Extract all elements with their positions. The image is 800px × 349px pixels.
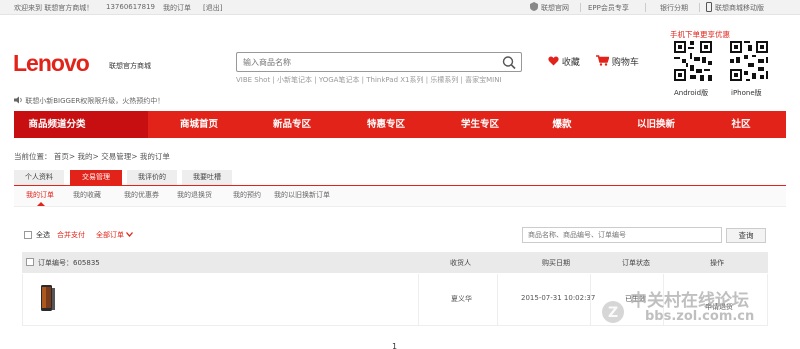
search-input[interactable] [243, 57, 493, 68]
nav-item-hot[interactable]: 爆款 [527, 111, 597, 138]
order-filter-label: 全部订单 [96, 231, 124, 239]
speaker-icon [14, 96, 22, 104]
tab-my-reviews[interactable]: 我评价的 [127, 170, 177, 185]
nav-item-deals[interactable]: 特惠专区 [351, 111, 421, 138]
search-box [236, 52, 522, 72]
welcome-text: 欢迎来到 联想官方商城！ [14, 4, 94, 12]
iphone-qr-code [728, 39, 770, 85]
breadcrumb[interactable]: 当前位置： 首页> 我的> 交易管理> 我的订单 [14, 151, 170, 162]
cart-label: 购物车 [611, 58, 639, 68]
nav-item-students[interactable]: 学生专区 [445, 111, 515, 138]
divider [699, 3, 700, 12]
notice-text: 联想小新BIGGER权限限升级，火热预约中！ [25, 97, 165, 105]
order-search-input[interactable] [522, 227, 722, 243]
hot-search-words[interactable]: VIBE Shot | 小新笔记本 | YOGA笔记本 | ThinkPad X… [236, 75, 502, 85]
subtab-reservations[interactable]: 我的预约 [233, 190, 261, 200]
divider [418, 274, 419, 326]
user-phone[interactable]: 13760617819 [106, 3, 155, 11]
subtab-favorites[interactable]: 我的收藏 [73, 190, 101, 200]
logout-link[interactable]: [退出] [203, 3, 222, 13]
subtab-my-orders[interactable]: 我的订单 [26, 190, 54, 200]
row-date: 2015-07-31 10:02:37 [521, 294, 596, 302]
category-menu-label: 商品频道分类 [28, 119, 86, 130]
heart-icon [548, 56, 559, 66]
search-icon[interactable] [501, 55, 517, 70]
select-all-checkbox[interactable] [24, 231, 32, 239]
lenovo-logo[interactable]: Lenovo [13, 50, 90, 77]
nav-item-new[interactable]: 新品专区 [257, 111, 327, 138]
merge-pay-link[interactable]: 合并支付 [57, 230, 85, 240]
return-request-link[interactable]: 申请退货 [705, 302, 733, 312]
my-orders-link[interactable]: 我的订单 [163, 3, 191, 13]
col-actions: 操作 [710, 259, 724, 267]
chevron-down-icon [126, 232, 134, 237]
cart-button[interactable]: 购物车 [596, 55, 639, 68]
notice-bar[interactable]: 联想小新BIGGER权限限升级，火热预约中！ [14, 96, 164, 106]
divider [580, 3, 581, 12]
divider [663, 274, 664, 326]
order-checkbox[interactable] [26, 258, 34, 268]
table-row: 夏义华 2015-07-31 10:02:37 已生效 申请退货 [22, 274, 768, 326]
main-nav: 商品频道分类 商城首页 新品专区 特惠专区 学生专区 爆款 以旧换新 社区 [14, 111, 786, 138]
col-purchase-date: 购买日期 [542, 259, 570, 267]
nav-item-home[interactable]: 商城首页 [164, 111, 234, 138]
category-menu[interactable]: 商品频道分类 [14, 111, 148, 138]
mobile-icon [706, 2, 712, 14]
product-thumbnail[interactable] [38, 284, 56, 312]
top-bar: 欢迎来到 联想官方商城！ 13760617819 我的订单 [退出] 联想官网 … [0, 0, 800, 15]
lenovo-site-icon [530, 2, 538, 13]
cart-icon [596, 55, 610, 66]
tab-profile[interactable]: 个人资料 [14, 170, 64, 185]
row-receiver: 夏义华 [451, 295, 472, 303]
active-subtab-indicator [37, 202, 45, 206]
order-search-button[interactable]: 查询 [726, 228, 766, 243]
link-installment[interactable]: 银行分期 [660, 3, 688, 13]
col-receiver: 收货人 [450, 259, 471, 267]
nav-item-community[interactable]: 社区 [706, 111, 776, 138]
link-mobile-store[interactable]: 联想商城移动版 [715, 3, 764, 13]
orders-table-header: 订单编号：605835 收货人 购买日期 订单状态 操作 [22, 252, 768, 273]
subtab-tradein-orders[interactable]: 我的以旧换新订单 [274, 190, 330, 200]
tab-transactions[interactable]: 交易管理 [70, 170, 122, 185]
subtab-returns[interactable]: 我的退换货 [177, 190, 212, 200]
divider [645, 3, 646, 12]
iphone-qr-label: iPhone版 [731, 89, 762, 97]
divider [590, 274, 591, 326]
link-lenovo-site[interactable]: 联想官网 [541, 3, 569, 13]
logo-subtitle: 联想官方商城 [109, 62, 151, 70]
select-all-label: 全选 [36, 231, 50, 239]
tab-feedback[interactable]: 我要吐槽 [182, 170, 232, 185]
order-number: 订单编号：605835 [38, 259, 100, 267]
pagination-current-page[interactable]: 1 [392, 342, 397, 349]
order-filter-dropdown[interactable]: 全部订单 [96, 230, 134, 240]
android-qr-code [672, 39, 714, 85]
divider [497, 274, 498, 326]
android-qr-label: Android版 [674, 89, 709, 97]
favorites-label: 收藏 [561, 58, 580, 68]
favorites-button[interactable]: 收藏 [548, 55, 580, 68]
col-order-status: 订单状态 [622, 259, 650, 267]
row-status: 已生效 [625, 295, 646, 303]
link-epp[interactable]: EPP会员专享 [588, 3, 629, 13]
nav-item-tradein[interactable]: 以旧换新 [621, 111, 691, 138]
subtab-coupons[interactable]: 我的优惠券 [124, 190, 159, 200]
